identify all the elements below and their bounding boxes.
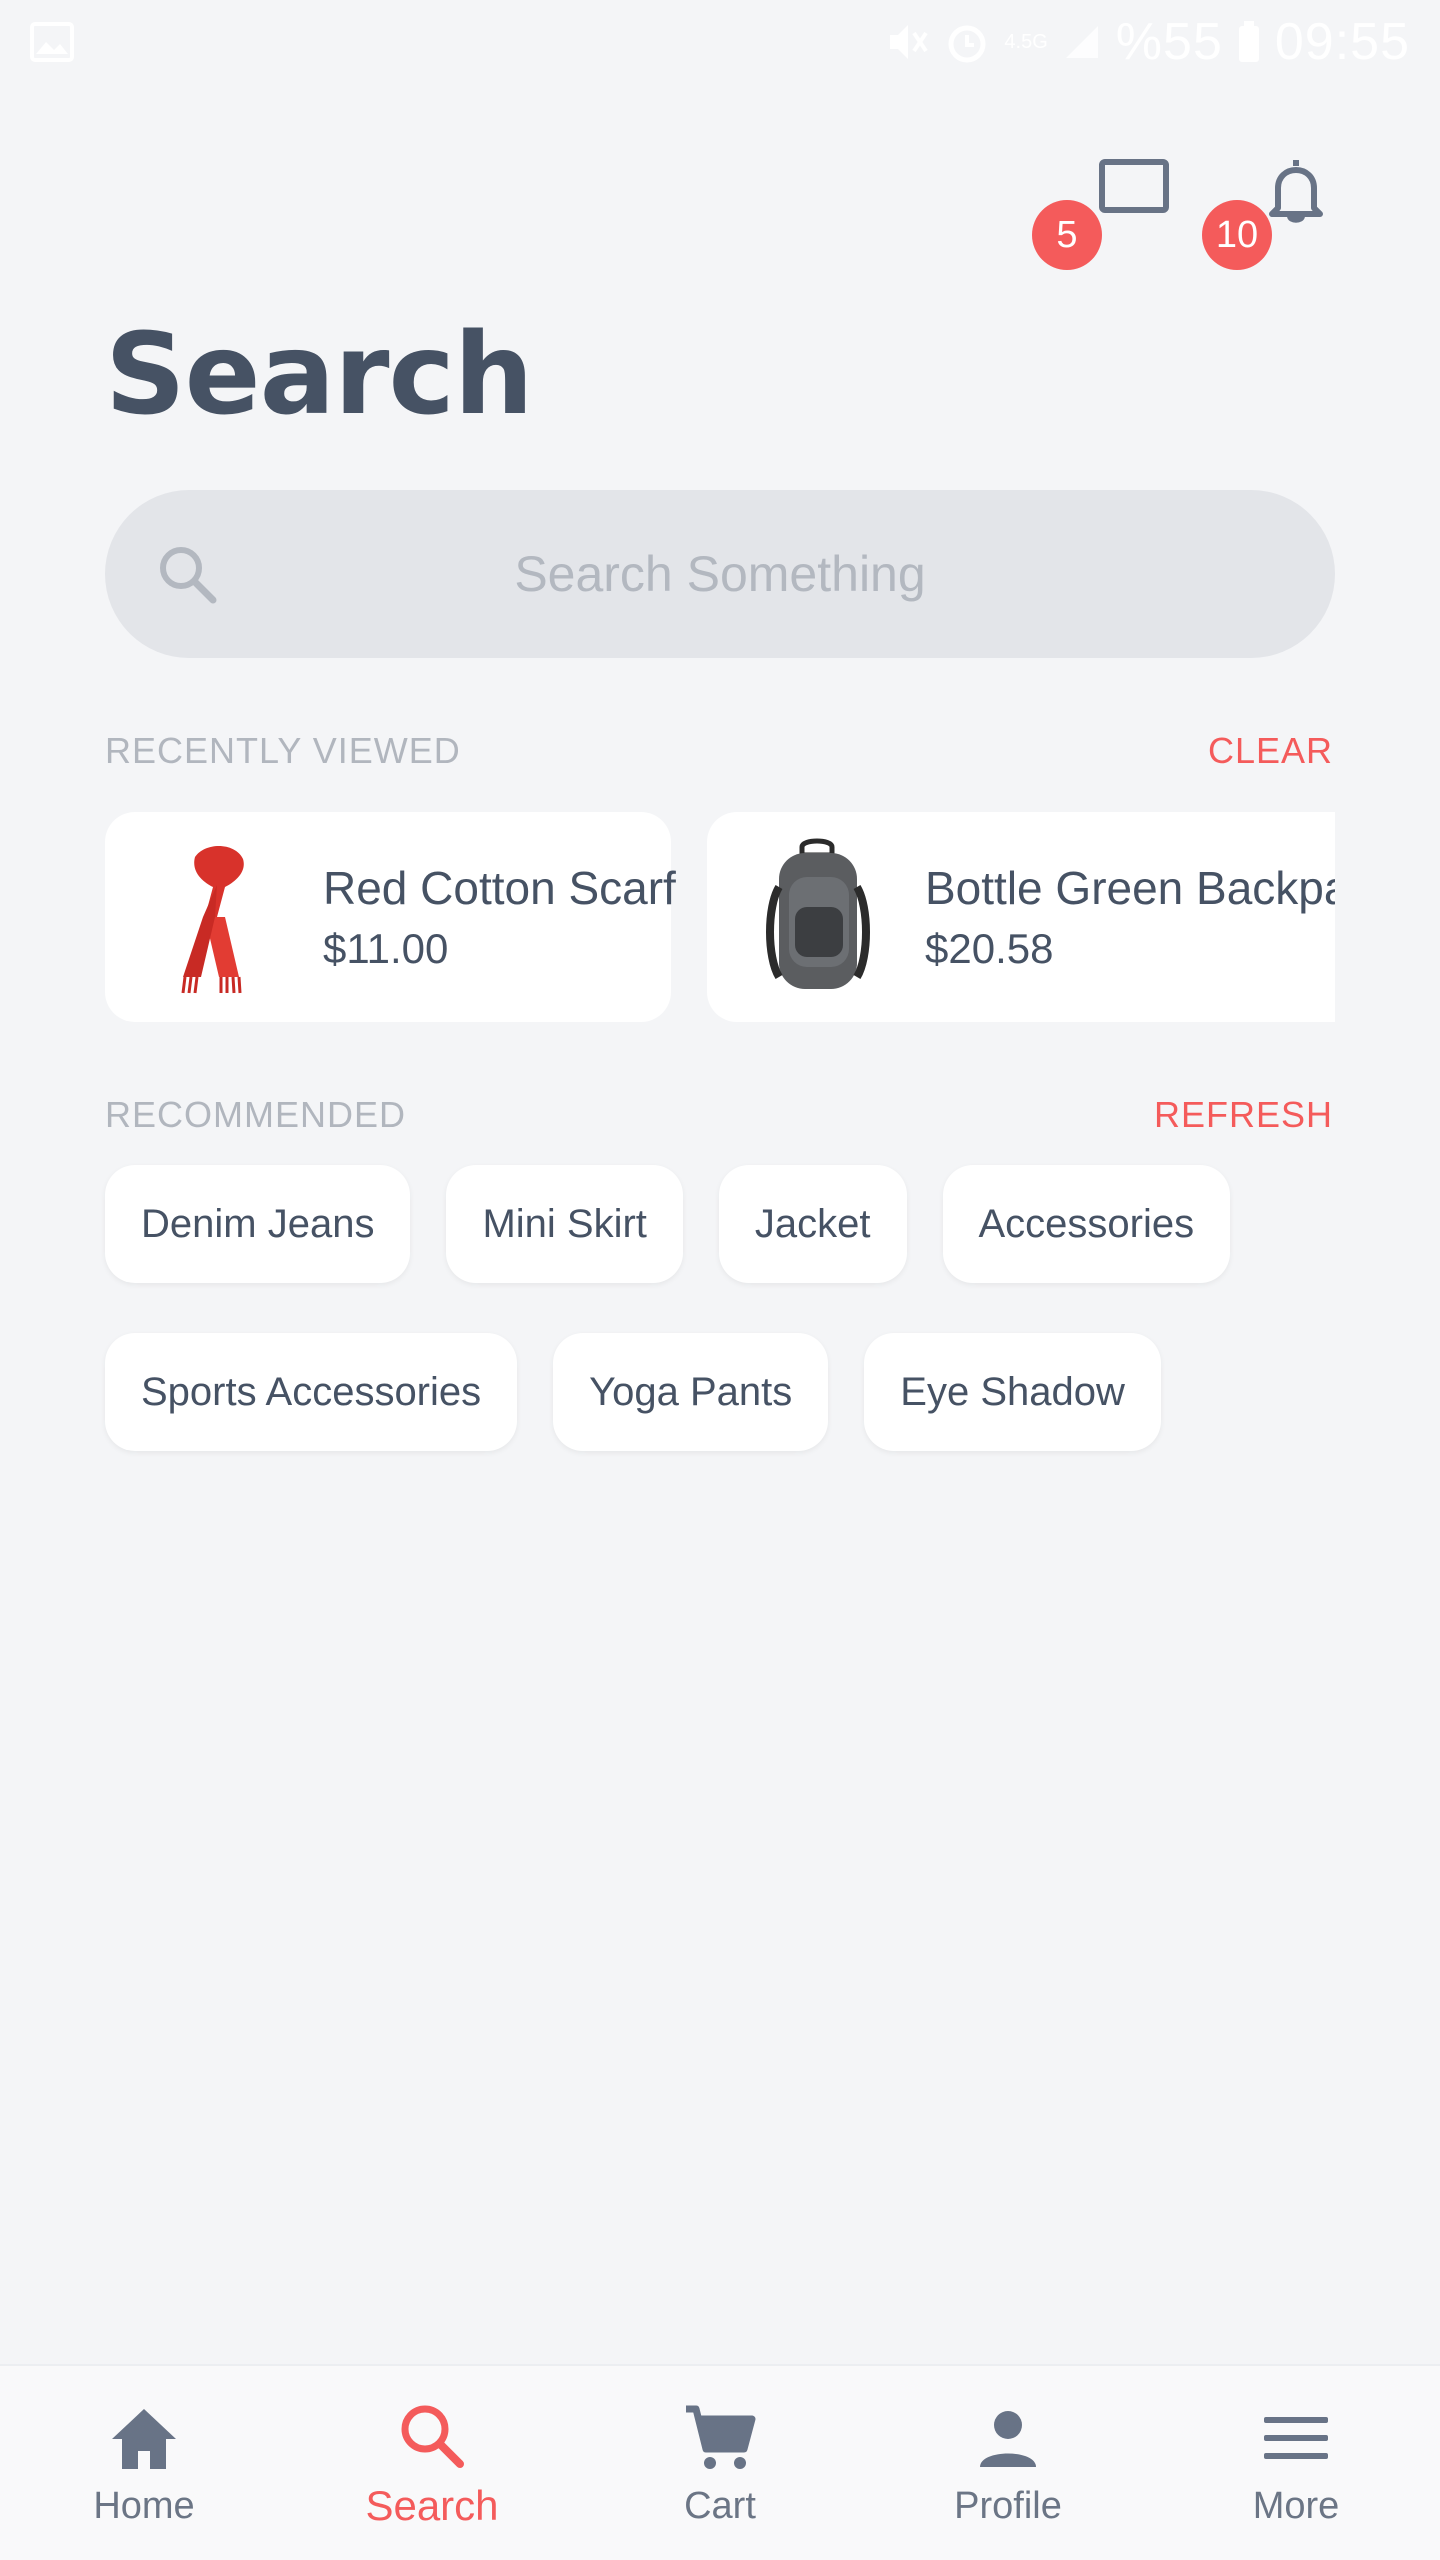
recent-item-info: Bottle Green Backpack $20.58 — [925, 861, 1335, 973]
search-input[interactable] — [105, 490, 1335, 658]
recent-item-price: $11.00 — [323, 925, 449, 972]
search-icon — [401, 2405, 464, 2468]
nav-home[interactable]: Home — [0, 2399, 288, 2528]
clear-button[interactable]: CLEAR — [1208, 730, 1333, 772]
nav-cart[interactable]: Cart — [576, 2399, 864, 2528]
recent-item-info: Red Cotton Scarf $11.00 — [323, 861, 676, 973]
recommended-label: RECOMMENDED — [105, 1094, 407, 1135]
header-actions: 5 10 — [1032, 150, 1340, 270]
page-title: Search — [105, 310, 534, 440]
network-type: 4.5G — [1004, 31, 1048, 53]
recent-item-name: Red Cotton Scarf — [323, 862, 676, 914]
battery-icon — [1238, 21, 1259, 62]
chip-denim-jeans[interactable]: Denim Jeans — [105, 1165, 411, 1283]
recent-item-backpack[interactable]: Bottle Green Backpack $20.58 — [707, 812, 1335, 1022]
recent-item-scarf[interactable]: Red Cotton Scarf $11.00 — [105, 812, 676, 1022]
recently-viewed-list: Red Cotton Scarf $11.00 Bottle Green Bac… — [105, 812, 1335, 1022]
nav-more-label: More — [1252, 2484, 1340, 2527]
menu-icon — [1264, 2416, 1328, 2459]
nav-profile-label: Profile — [954, 2484, 1062, 2527]
profile-icon — [980, 2410, 1036, 2467]
status-right: 4.5G %55 09:55 — [884, 12, 1410, 72]
notifications-button[interactable]: 10 — [1202, 150, 1340, 270]
cart-icon — [686, 2405, 756, 2469]
chip-jacket[interactable]: Jacket — [718, 1165, 907, 1283]
recently-viewed-label: RECENTLY VIEWED — [105, 730, 461, 771]
recently-viewed-header: RECENTLY VIEWED CLEAR — [105, 730, 1333, 772]
recommended-chips: Denim Jeans Mini Skirt Jacket Accessorie… — [105, 1165, 1365, 1451]
chip-yoga-pants[interactable]: Yoga Pants — [553, 1333, 829, 1451]
search-icon — [155, 542, 219, 606]
nav-search[interactable]: Search — [288, 2396, 576, 2530]
messages-badge: 5 — [1032, 200, 1102, 270]
clock: 09:55 — [1274, 13, 1410, 71]
notifications-badge: 10 — [1202, 200, 1272, 270]
scarf-image — [181, 845, 244, 994]
chip-mini-skirt[interactable]: Mini Skirt — [446, 1165, 683, 1283]
nav-profile[interactable]: Profile — [864, 2399, 1152, 2528]
status-left — [30, 22, 74, 62]
chip-accessories[interactable]: Accessories — [942, 1165, 1231, 1283]
signal-icon — [1065, 26, 1098, 58]
bottom-nav: Home Search Cart Profile More — [0, 2364, 1440, 2560]
recent-item-price: $20.58 — [925, 925, 1054, 972]
refresh-button[interactable]: REFRESH — [1154, 1094, 1333, 1136]
alarm-icon — [948, 25, 986, 63]
status-bar: 4.5G %55 09:55 — [0, 0, 1440, 84]
nav-home-label: Home — [93, 2484, 195, 2527]
chip-sports-accessories[interactable]: Sports Accessories — [105, 1333, 518, 1451]
recommended-header: RECOMMENDED REFRESH — [105, 1094, 1333, 1136]
recent-item-name: Bottle Green Backpack — [925, 862, 1335, 914]
messages-button[interactable]: 5 — [1032, 150, 1170, 270]
gallery-icon — [30, 22, 74, 62]
search-bar[interactable] — [105, 490, 1335, 658]
home-icon — [112, 2408, 176, 2469]
chip-eye-shadow[interactable]: Eye Shadow — [864, 1333, 1161, 1451]
mute-icon — [890, 25, 929, 59]
battery-percent: %55 — [1115, 13, 1223, 71]
backpack-image — [766, 838, 870, 989]
nav-search-label: Search — [365, 2482, 499, 2529]
nav-cart-label: Cart — [684, 2484, 756, 2527]
nav-more[interactable]: More — [1152, 2399, 1440, 2528]
